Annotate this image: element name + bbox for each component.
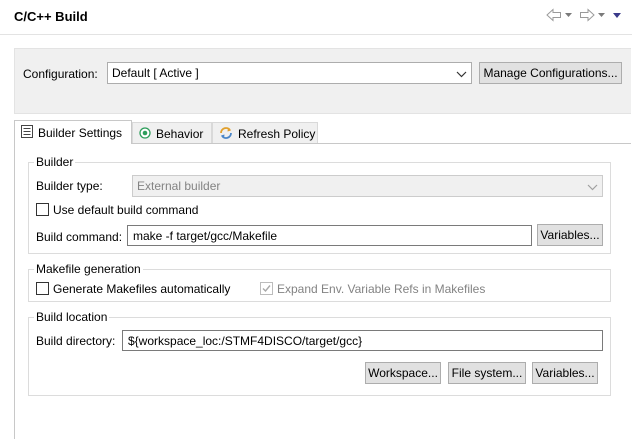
tab-builder-settings[interactable]: Builder Settings	[14, 120, 132, 144]
back-arrow-icon[interactable]	[546, 8, 562, 22]
workspace-button[interactable]: Workspace...	[365, 362, 441, 384]
tab-behavior-label: Behavior	[156, 127, 204, 141]
builder-type-dropdown[interactable]: External builder	[132, 175, 603, 197]
forward-dropdown-icon[interactable]	[597, 8, 606, 22]
expand-env-refs-label: Expand Env. Variable Refs in Makefiles	[277, 282, 486, 296]
builder-group-title: Builder	[34, 155, 76, 169]
behavior-icon	[139, 126, 151, 142]
makefile-generation-group-title: Makefile generation	[34, 262, 143, 276]
chevron-down-icon	[587, 181, 598, 195]
use-default-build-command-label: Use default build command	[53, 203, 199, 217]
chevron-down-icon	[456, 68, 467, 82]
forward-arrow-icon[interactable]	[579, 8, 595, 22]
generate-makefiles-label: Generate Makefiles automatically	[53, 282, 231, 296]
refresh-icon	[219, 126, 233, 143]
checkmark-icon	[262, 285, 271, 293]
build-directory-label: Build directory:	[36, 334, 116, 348]
use-default-build-command-checkbox[interactable]	[36, 203, 49, 216]
view-menu-icon[interactable]	[612, 8, 622, 22]
builder-settings-icon	[21, 124, 33, 141]
builder-variables-button[interactable]: Variables...	[537, 224, 603, 246]
build-directory-input[interactable]: ${workspace_loc:/STMF4DISCO/target/gcc}	[122, 330, 603, 351]
expand-env-refs-checkbox[interactable]	[260, 282, 273, 295]
file-system-button[interactable]: File system...	[448, 362, 526, 384]
navigation-toolbar	[546, 8, 622, 22]
generate-makefiles-checkbox[interactable]	[36, 282, 49, 295]
builder-type-value: External builder	[137, 179, 221, 193]
location-variables-button[interactable]: Variables...	[532, 362, 598, 384]
tab-behavior[interactable]: Behavior	[132, 122, 212, 145]
tab-builder-settings-label: Builder Settings	[38, 125, 123, 140]
tab-refresh-policy[interactable]: Refresh Policy	[212, 122, 318, 145]
configuration-dropdown[interactable]: Default [ Active ]	[107, 62, 472, 84]
page-title: C/C++ Build	[14, 9, 88, 24]
header-divider	[0, 34, 632, 35]
back-dropdown-icon[interactable]	[564, 8, 573, 22]
build-command-label: Build command:	[36, 230, 123, 244]
tab-refresh-policy-label: Refresh Policy	[238, 127, 316, 141]
build-command-input[interactable]: make -f target/gcc/Makefile	[127, 225, 532, 246]
manage-configurations-button[interactable]: Manage Configurations...	[479, 62, 622, 84]
builder-type-label: Builder type:	[36, 179, 103, 193]
build-location-group	[28, 317, 611, 396]
configuration-label: Configuration:	[23, 67, 98, 81]
build-location-group-title: Build location	[34, 310, 110, 324]
configuration-selected: Default [ Active ]	[112, 66, 199, 80]
